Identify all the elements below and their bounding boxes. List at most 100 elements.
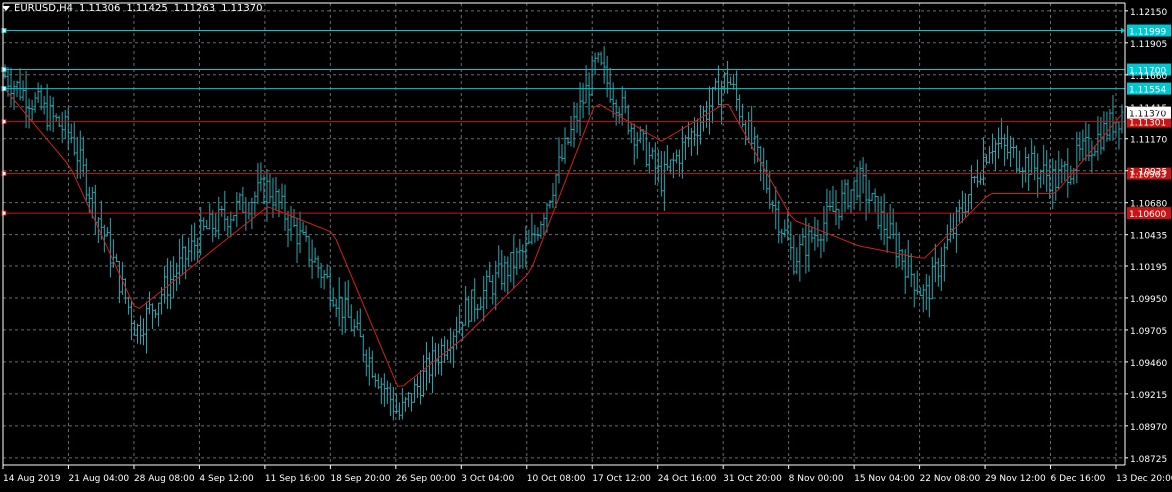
x-tick-label: 10 Oct 08:00 xyxy=(527,474,586,484)
ohlc-bar xyxy=(602,46,606,84)
ohlc-bar xyxy=(256,163,260,205)
ohlc-bar xyxy=(548,199,552,209)
ohlc-bar xyxy=(467,295,471,328)
ohlc-bar xyxy=(154,309,158,318)
ohlc-bar xyxy=(473,278,477,322)
ohlc-bar xyxy=(346,280,350,318)
ohlc-bar xyxy=(494,260,498,311)
ohlc-bar xyxy=(873,188,877,213)
ohlc-bar xyxy=(1012,137,1016,159)
ohlc-bar xyxy=(412,378,416,403)
ohlc-bar xyxy=(1102,111,1106,151)
symbol-label: EURUSD,H4 xyxy=(14,2,74,14)
ohlc-bar xyxy=(885,212,889,253)
x-tick-label: 8 Nov 00:00 xyxy=(789,474,844,484)
y-tick-label: 1.11415 xyxy=(1130,104,1167,114)
ohlc-bar xyxy=(310,239,314,279)
open-value: 1.11306 xyxy=(79,2,121,14)
ohlc-bar xyxy=(93,184,97,235)
level-arrow-icon xyxy=(1121,27,1125,34)
ohlc-bar xyxy=(795,247,799,275)
ohlc-bar xyxy=(572,101,576,148)
ohlc-bar xyxy=(1024,147,1028,183)
ohlc-bar xyxy=(732,74,736,90)
ohlc-bar xyxy=(903,249,907,294)
ohlc-bar xyxy=(1120,104,1124,134)
ohlc-bar xyxy=(936,257,940,287)
ohlc-bar xyxy=(328,266,332,311)
ohlc-bar xyxy=(960,190,964,223)
ohlc-bar xyxy=(78,130,82,179)
ohlc-bar xyxy=(388,382,392,417)
ohlc-bar xyxy=(1030,139,1034,176)
ohlc-bar xyxy=(1081,129,1085,161)
ohlc-bar xyxy=(431,336,435,394)
ohlc-bar xyxy=(997,127,1001,159)
x-tick-label: 24 Oct 16:00 xyxy=(658,474,717,484)
ohlc-bar xyxy=(151,303,155,330)
ohlc-bar xyxy=(409,392,413,412)
ohlc-bar xyxy=(358,308,362,338)
ohlc-bar xyxy=(972,175,976,184)
ohlc-bar xyxy=(211,210,215,243)
price-bars xyxy=(3,46,1124,421)
ohlc-bar xyxy=(1027,153,1031,192)
ohlc-bar xyxy=(948,213,952,243)
ohlc-bar xyxy=(470,289,474,322)
ohlc-bar xyxy=(542,212,546,235)
ohlc-bar xyxy=(530,213,534,245)
ohlc-bar xyxy=(930,256,934,300)
ohlc-bar xyxy=(48,95,52,131)
ohlc-bar xyxy=(223,190,227,232)
ohlc-bar xyxy=(54,113,58,123)
ohlc-bar xyxy=(635,131,639,159)
ohlc-bar xyxy=(208,203,212,230)
ohlc-bar xyxy=(858,160,862,212)
dropdown-arrow-icon[interactable] xyxy=(2,5,10,11)
ohlc-bar xyxy=(491,274,495,305)
ohlc-bar xyxy=(229,211,233,238)
y-tick-label: 1.09950 xyxy=(1130,295,1167,305)
ohlc-bar xyxy=(331,287,335,308)
ohlc-bar xyxy=(536,227,540,241)
y-tick-label: 1.09215 xyxy=(1130,391,1167,401)
ohlc-bar xyxy=(774,186,778,230)
ohlc-bar xyxy=(852,180,856,209)
ohlc-bar xyxy=(888,203,892,240)
ohlc-bar xyxy=(202,217,206,231)
ohlc-bar xyxy=(232,214,236,222)
ohlc-bar xyxy=(443,336,447,364)
x-tick-label: 13 Dec 20:00 xyxy=(1116,474,1172,484)
ohlc-bar xyxy=(440,338,444,376)
chart-header: EURUSD,H4 1.11306 1.11425 1.11263 1.1137… xyxy=(2,1,262,15)
ohlc-bar xyxy=(882,193,886,246)
ohlc-bar xyxy=(801,227,805,246)
ohlc-bar xyxy=(753,126,757,164)
ohlc-bar xyxy=(355,310,359,330)
ohlc-bar xyxy=(870,192,874,201)
low-value: 1.11263 xyxy=(173,2,216,14)
ohlc-bar xyxy=(708,86,712,135)
ohlc-bar xyxy=(33,92,37,113)
ohlc-bar xyxy=(283,184,287,231)
ohlc-bar xyxy=(1075,131,1079,184)
ohlc-bar xyxy=(924,273,928,311)
ohlc-bar xyxy=(295,217,299,264)
ohlc-bar xyxy=(1036,153,1040,198)
ohlc-bar xyxy=(831,185,835,212)
y-tick-label: 1.09705 xyxy=(1130,327,1167,337)
ohlc-bar xyxy=(268,173,272,204)
ohlc-bar xyxy=(515,247,519,275)
ohlc-bar xyxy=(292,208,296,228)
ohlc-bar xyxy=(966,194,970,216)
ohlc-bar xyxy=(864,163,868,221)
ohlc-bar xyxy=(641,129,645,151)
ohlc-bar xyxy=(9,67,13,106)
x-tick-label: 21 Aug 04:00 xyxy=(68,474,129,484)
ohlc-bar xyxy=(265,168,269,222)
ohlc-bar xyxy=(789,221,793,261)
ohlc-bar xyxy=(403,396,407,412)
x-tick-label: 31 Oct 20:00 xyxy=(723,474,782,484)
price-chart[interactable]: 1.119991.117001.115541.113011.109031.106… xyxy=(0,0,1172,488)
ohlc-bar xyxy=(674,149,678,164)
